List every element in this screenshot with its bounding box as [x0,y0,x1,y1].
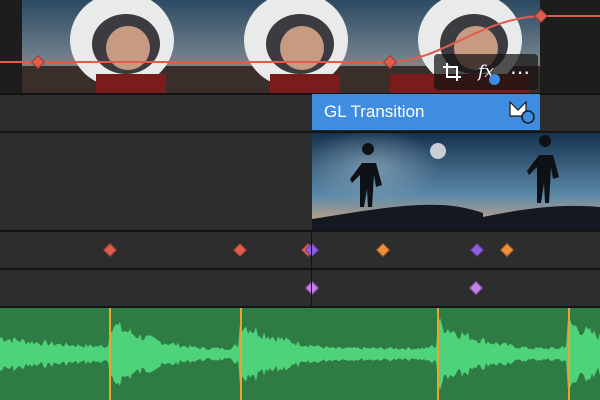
silhouette-thumbnail[interactable] [483,133,600,230]
crop-icon [443,63,461,81]
audio-track[interactable] [0,308,600,400]
video-track-top: fx ⋯ [0,0,600,94]
beat-marker[interactable] [437,308,439,400]
audio-waveform [0,317,600,391]
transition-icon [509,100,535,124]
silhouette-thumbnail[interactable] [312,133,483,230]
timeline: fx ⋯ GL Transition [0,0,600,400]
clip-title-label: GL Transition [324,102,425,121]
edit-line [311,230,312,308]
beat-marker[interactable] [568,308,570,400]
crop-button[interactable] [434,56,470,88]
gl-transition-clip[interactable]: GL Transition [312,94,540,130]
fx-active-dot [488,74,500,85]
fx-icon: fx [478,62,500,85]
fx-button[interactable]: fx [468,56,504,88]
keyframe-lane [0,270,600,306]
more-button[interactable]: ⋯ [502,56,538,88]
beat-marker[interactable] [240,308,242,400]
more-icon: ⋯ [510,61,530,84]
beat-marker[interactable] [109,308,111,400]
